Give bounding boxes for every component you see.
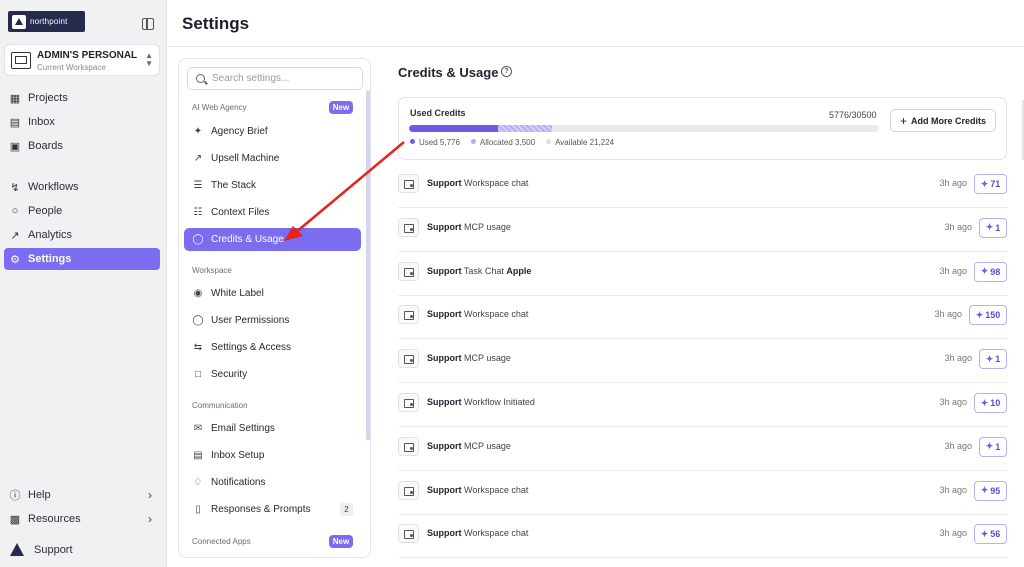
- annotation-arrow: [284, 141, 405, 241]
- arrow-shaft: [294, 141, 405, 234]
